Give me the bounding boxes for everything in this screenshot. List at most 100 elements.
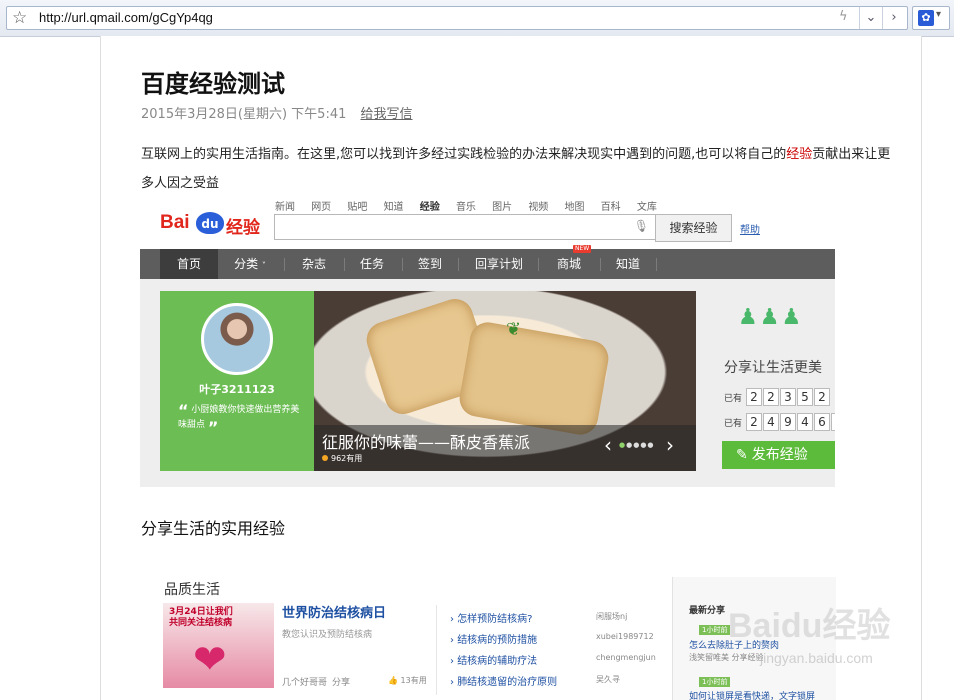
feature-votes: 👍 13有用 [388,675,427,686]
nav-divider [344,258,345,271]
divider [436,605,437,695]
search-input[interactable]: 🎙 [274,214,656,240]
user-card[interactable]: 叶子3211123 “ 小厨娘教你快速做出营养美味甜点 ” [160,291,314,471]
hero-caption: 征服你的味蕾——酥皮香蕉派 962有用 ‹ ●●●●● › [314,425,696,471]
publish-label: 发布经验 [751,447,808,463]
star-icon[interactable]: ☆ [12,8,27,28]
recent-title: 最新分享 [689,606,726,616]
stats-column: ♟♟♟ 分享让生活更美 已有 22352 已有 249468 ✎发布经验 [718,291,835,471]
tip-link[interactable]: 结核病的预防措施 [457,635,537,646]
nav-divider [284,258,285,271]
feature-votes-count: 13有用 [400,676,427,685]
nav-tasks[interactable]: 任务 [348,249,396,279]
count-digit: 4 [762,413,779,431]
user-quote: “ 小厨娘教你快速做出营养美味甜点 ” [178,403,300,437]
tab-tieba[interactable]: 贴吧 [347,202,367,213]
feature-title[interactable]: 世界防治结核病日 [282,602,386,621]
count-digit: 2 [813,388,830,406]
baidu-paw-button[interactable]: ✿ ▾ [912,6,950,30]
user-quote-text: 小厨娘教你快速做出营养美味甜点 [178,405,300,430]
chevron-down-icon: ˅ [261,261,266,270]
carousel-next-icon[interactable]: › [666,433,674,457]
tab-web[interactable]: 网页 [311,202,331,213]
nav-zhidao[interactable]: 知道 [604,249,652,279]
logo-paw: du [196,212,224,234]
mint-leaf-icon: ❦ [506,319,522,340]
quote-close-icon: ” [207,418,219,437]
count-digit: 4 [796,413,813,431]
list-item[interactable]: › 肺结核遗留的治疗原则 [450,673,557,688]
nav-share-plan[interactable]: 回享计划 [466,249,532,279]
tab-images[interactable]: 图片 [492,202,512,213]
heart-box-icon: ❤ [193,637,227,683]
nav-magazine[interactable]: 杂志 [290,249,338,279]
tab-music[interactable]: 音乐 [456,202,476,213]
tip-link[interactable]: 怎样预防结核病? [457,614,532,625]
feature-category: 分享 [332,678,351,688]
count-digit: 3 [779,388,796,406]
reply-link[interactable]: 给我写信 [361,107,413,122]
hero-image[interactable]: ❦ 征服你的味蕾——酥皮香蕉派 962有用 ‹ ●●●●● › [314,291,696,471]
nav-mall[interactable]: 商城 [544,249,594,279]
baidu-screenshot: 新闻 网页 贴吧 知道 经验 音乐 图片 视频 地图 百科 文库 Bai du … [140,198,835,487]
featured-area: 叶子3211123 “ 小厨娘教你快速做出营养美味甜点 ” ❦ 征服你的味蕾——… [140,279,835,487]
intro-highlight: 经验 [786,147,813,162]
tab-news[interactable]: 新闻 [275,202,295,213]
tab-jingyan[interactable]: 经验 [420,202,440,213]
share-heading: 分享生活的实用经验 [141,519,286,538]
feature-image-text: 3月24日让我们 共同关注结核病 [169,607,233,629]
baidu-jingyan-logo[interactable]: Bai du 经验 [160,206,268,238]
time-badge: 1小时前 [699,625,731,635]
time-badge: 1小时前 [699,677,731,687]
tip-link[interactable]: 肺结核遗留的治疗原则 [457,677,557,688]
count-digit: 9 [779,413,796,431]
logo-jingyan: 经验 [226,218,260,238]
email-title: 百度经验测试 [141,70,285,98]
recent-link[interactable]: 如何让锁屏是看快递，文字锁屏 [689,689,815,700]
tab-baike[interactable]: 百科 [601,202,621,213]
tip-author[interactable]: 闲服场nj [596,611,627,622]
chevron-right-icon[interactable]: › [882,7,905,29]
recent-meta: 浅笑留唯美 分享经验 [689,653,764,662]
feature-subtitle: 教您认识及预防结核病 [282,630,373,640]
feature-image[interactable]: 3月24日让我们 共同关注结核病 ❤ [163,603,274,688]
nav-divider [402,258,403,271]
card-line: 共同关注结核病 [169,618,233,628]
tip-author[interactable]: chengmengjun [596,653,656,662]
nav-category[interactable]: 分类 ˅ [226,249,274,279]
count-digit: 8 [830,413,835,431]
tip-author[interactable]: 吴久寻 [596,674,620,685]
tab-zhidao[interactable]: 知道 [384,202,404,213]
bolt-icon[interactable]: ϟ [839,9,848,24]
publish-button[interactable]: ✎ 发布经验 [722,441,835,469]
url-text[interactable]: http://url.qmail.com/gCgYp4qg [39,10,213,25]
section-heading: 品质生活 [164,582,220,598]
caret-down-icon: ▾ [936,9,942,20]
help-link[interactable]: 帮助 [740,221,760,236]
user-name[interactable]: 叶子3211123 [160,381,314,397]
tip-author[interactable]: xubei1989712 [596,632,654,641]
hero-title[interactable]: 征服你的味蕾——酥皮香蕉派 [322,429,530,453]
url-field[interactable]: ☆ http://url.qmail.com/gCgYp4qg ϟ ⌄ › [6,6,908,30]
tip-link[interactable]: 结核病的辅助疗法 [457,656,537,667]
tab-map[interactable]: 地图 [565,202,585,213]
list-item[interactable]: › 结核病的预防措施 [450,631,537,646]
list-item[interactable]: › 怎样预防结核病? [450,610,533,625]
carousel-prev-icon[interactable]: ‹ [604,433,612,457]
address-bar: ☆ http://url.qmail.com/gCgYp4qg ϟ ⌄ › ✿ … [0,0,954,37]
microphone-icon[interactable]: 🎙 [634,219,649,233]
list-item[interactable]: › 结核病的辅助疗法 [450,652,537,667]
tab-video[interactable]: 视频 [528,202,548,213]
nav-home[interactable]: 首页 [160,249,218,279]
nav-divider [538,258,539,271]
avatar[interactable] [201,303,273,375]
search-button[interactable]: 搜索经验 [655,214,732,242]
tab-wenku[interactable]: 文库 [637,202,657,213]
chevron-down-icon[interactable]: ⌄ [859,7,882,29]
carousel-dots[interactable]: ●●●●● [619,441,655,449]
thumbs-up-icon: 👍 [388,676,398,685]
feature-author[interactable]: 几个好哥哥 [282,675,327,688]
people-icon: ♟♟♟ [738,305,804,330]
top-tabs: 新闻 网页 贴吧 知道 经验 音乐 图片 视频 地图 百科 文库 [275,198,670,213]
nav-checkin[interactable]: 签到 [406,249,454,279]
